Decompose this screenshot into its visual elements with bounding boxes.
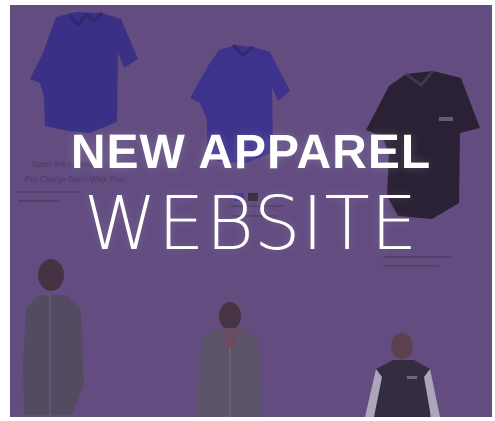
apparel-banner[interactable]: Sport-Tek Ladies Pro Charge Sport-Wick P… (10, 5, 492, 417)
banner-title-line-1: NEW APPAREL (70, 126, 432, 179)
banner-title-line-2: WEBSITE (83, 181, 419, 267)
